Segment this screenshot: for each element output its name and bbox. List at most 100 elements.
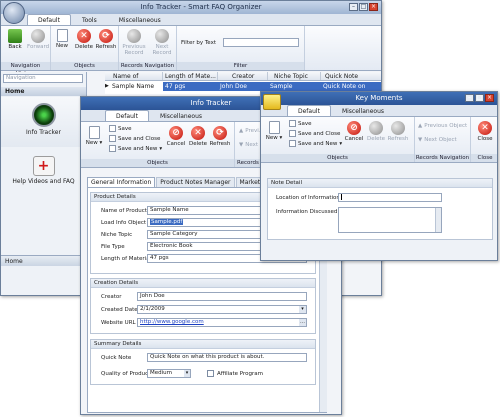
save-and-new-button[interactable]: Save and New ▾ — [109, 145, 162, 152]
textarea-scrollbar[interactable] — [435, 208, 441, 232]
minimize-button[interactable]: – — [349, 3, 358, 11]
group-label: Filter — [177, 62, 304, 70]
delete-button[interactable]: ✕ Delete — [187, 126, 209, 147]
tab-miscellaneous[interactable]: Miscellaneous — [108, 14, 172, 25]
group-objects: New ▾ Save Save and Close Save and New ▾… — [81, 122, 235, 167]
close-icon: ✕ — [478, 121, 492, 135]
new-button[interactable]: New — [51, 29, 73, 49]
refresh-button[interactable]: ⟳ Refresh — [95, 29, 117, 50]
calendar-dropdown-button[interactable]: ▾ — [299, 306, 306, 313]
column-header[interactable]: Quick Note — [321, 72, 381, 80]
delete-button[interactable]: Delete — [365, 121, 387, 142]
url-link[interactable]: http://www.google.com — [140, 319, 204, 325]
column-header[interactable]: Niche Topic — [268, 72, 321, 80]
back-arrow-icon — [8, 29, 22, 43]
forward-button[interactable]: Forward — [27, 29, 49, 50]
information-discussed-field[interactable] — [338, 207, 442, 233]
refresh-button[interactable]: Refresh — [387, 121, 409, 142]
save-close-icon — [109, 135, 116, 142]
created-date-label: Created Date — [101, 307, 138, 313]
key-moments-title: Key Moments — [355, 94, 403, 102]
tab-miscellaneous[interactable]: Miscellaneous — [331, 105, 395, 116]
affiliate-program-checkbox[interactable] — [207, 370, 214, 377]
maximize-button[interactable]: □ — [475, 94, 484, 102]
save-button[interactable]: Save — [289, 120, 312, 127]
tab-default[interactable]: Default — [27, 14, 71, 25]
cancel-icon: ⊘ — [169, 126, 183, 140]
close-button[interactable]: × — [369, 3, 378, 11]
previous-object-button[interactable]: ▲ Previous Object — [418, 123, 467, 129]
sidebar-item-help-videos[interactable]: + Help Videos and FAQ — [1, 150, 86, 200]
tab-tools[interactable]: Tools — [71, 14, 108, 25]
filter-input[interactable] — [223, 38, 299, 47]
save-button[interactable]: Save — [109, 125, 132, 132]
column-header[interactable]: Length of Mate... — [163, 72, 218, 80]
sidebar-item-info-tracker[interactable]: Info Tracker — [1, 97, 86, 147]
sidebar-item-label: Info Tracker — [26, 129, 61, 136]
maximize-button[interactable]: □ — [359, 3, 368, 11]
quick-note-label: Quick Note — [101, 355, 132, 361]
row-indicator-icon: ▶ — [105, 83, 109, 89]
main-title: Info Tracker - Smart FAQ Organizer — [140, 3, 262, 11]
browse-url-button[interactable]: … — [299, 319, 306, 326]
location-of-information-field[interactable] — [338, 193, 442, 202]
website-url-field[interactable]: http://www.google.com — [137, 318, 307, 327]
back-button[interactable]: Back — [4, 29, 26, 50]
save-and-close-button[interactable]: Save and Close — [289, 130, 340, 137]
new-button[interactable]: New ▾ — [83, 126, 105, 146]
refresh-button[interactable]: ⟳ Refresh — [209, 126, 231, 147]
group-label: Close — [471, 154, 497, 162]
cancel-button[interactable]: ⊘ Cancel — [343, 121, 365, 142]
creator-label: Creator — [101, 294, 122, 300]
save-and-close-button[interactable]: Save and Close — [109, 135, 160, 142]
tab-default[interactable]: Default — [287, 105, 331, 116]
close-button[interactable]: × — [485, 94, 494, 102]
table-cell: Sample Name — [112, 83, 155, 90]
minimize-button[interactable]: – — [465, 94, 474, 102]
app-orb-icon[interactable] — [3, 2, 25, 24]
cancel-button[interactable]: ⊘ Cancel — [165, 126, 187, 147]
delete-button[interactable]: ✕ Delete — [73, 29, 95, 50]
next-object-button[interactable]: ▼ Next Object — [418, 137, 457, 143]
save-new-icon — [289, 140, 296, 147]
name-of-product-label: Name of Product — [101, 208, 147, 214]
creator-field[interactable]: John Doe — [137, 292, 307, 301]
down-arrow-icon — [155, 29, 169, 43]
section-header: Note Detail — [268, 179, 492, 188]
group-label: Objects — [261, 154, 414, 162]
quick-note-field[interactable]: Quick Note on what this product is about… — [147, 353, 307, 362]
up-arrow-icon — [127, 29, 141, 43]
previous-record-button[interactable]: Previous Record — [121, 29, 147, 56]
tab-default[interactable]: Default — [105, 110, 149, 121]
chevron-down-icon[interactable]: ▾ — [184, 370, 190, 377]
next-record-button[interactable]: Next Record — [149, 29, 175, 56]
group-label: Navigation History — [1, 62, 50, 77]
save-and-new-button[interactable]: Save and New ▾ — [289, 140, 342, 147]
group-label: Objects — [81, 159, 234, 167]
key-moments-window: Key Moments – □ × Default Miscellaneous … — [260, 91, 498, 261]
save-close-icon — [289, 130, 296, 137]
main-ribbon-tabs: Default Tools Miscellaneous — [1, 14, 381, 26]
navigation-pane: Navigation Home Info Tracker + Help Vide… — [1, 72, 87, 295]
next-button[interactable]: ▼ Next — [239, 142, 258, 148]
group-records-navigation: ▲ Previous Object ▼ Next Object Records Na… — [415, 117, 471, 162]
information-discussed-label: Information Discussed — [276, 209, 338, 215]
group-close: ✕ Close Close — [471, 117, 497, 162]
note-app-icon[interactable] — [263, 94, 281, 110]
column-header[interactable]: Name of Product — [105, 72, 163, 89]
sidebar-footer-home[interactable]: Home — [1, 255, 86, 266]
tab-general-information[interactable]: General Information — [87, 177, 156, 187]
tab-product-notes-manager[interactable]: Product Notes Manager — [156, 177, 235, 187]
column-header[interactable]: Creator — [218, 72, 268, 80]
down-arrow-icon: ▼ — [418, 137, 423, 143]
close-form-button[interactable]: ✕ Close — [474, 121, 496, 142]
table-row[interactable]: ▶ Sample Name 47 pgs John Doe Sample Cat… — [105, 82, 381, 99]
key-moments-window-buttons: – □ × — [465, 94, 494, 102]
refresh-icon — [391, 121, 405, 135]
navigation-combobox[interactable]: Navigation — [3, 74, 83, 83]
table-cell: 47 pgs — [163, 82, 218, 91]
tab-miscellaneous[interactable]: Miscellaneous — [149, 110, 213, 121]
up-arrow-icon: ▲ — [418, 123, 423, 129]
new-button[interactable]: New ▾ — [263, 121, 285, 141]
created-date-field[interactable]: 2/1/2009 — [137, 305, 307, 314]
